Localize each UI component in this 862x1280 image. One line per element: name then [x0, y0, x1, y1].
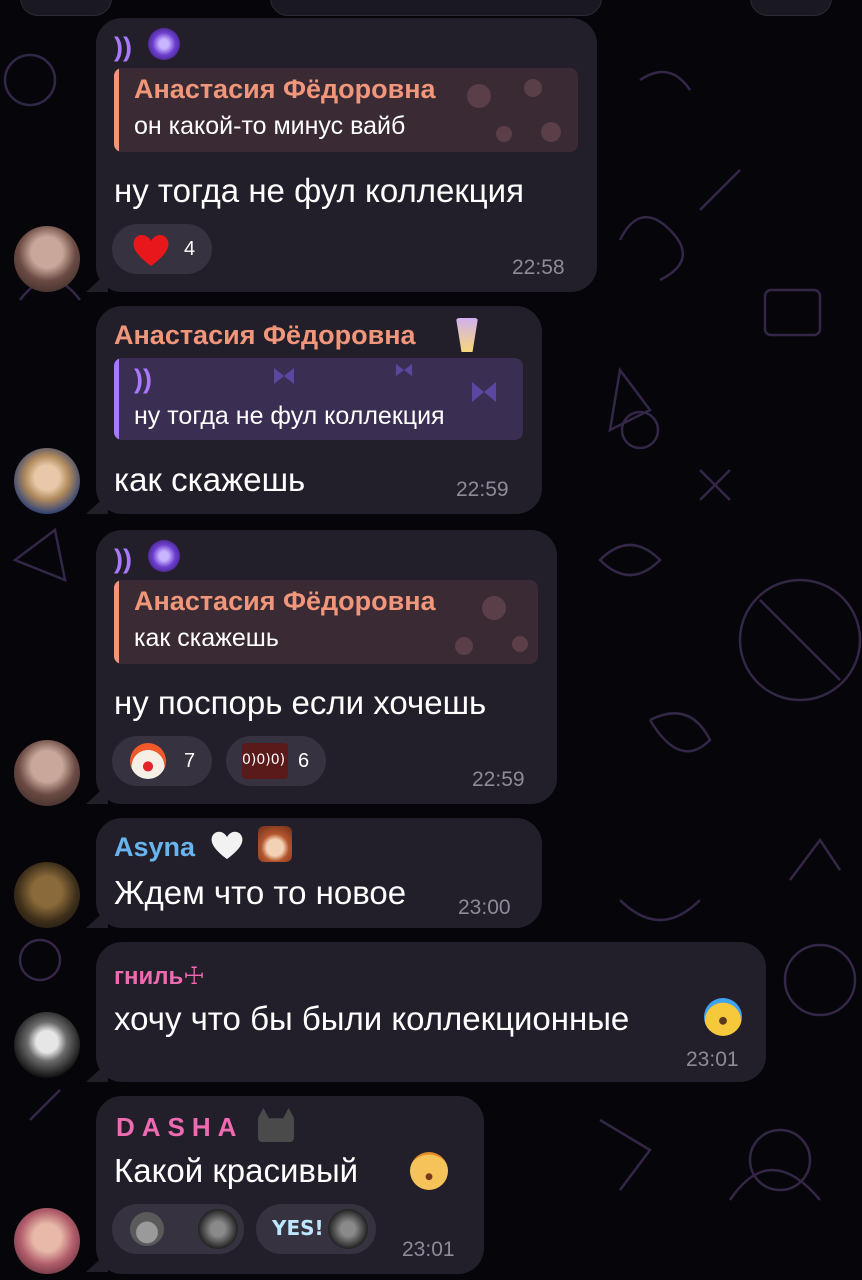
avatar[interactable] — [14, 226, 80, 292]
message-text: Ждем что то новое — [114, 874, 407, 911]
quote-author: Анастасия Фёдоровна — [134, 586, 436, 616]
message-text: Какой красивый — [114, 1152, 359, 1189]
quote-bar — [114, 580, 119, 664]
message-text: хочу что бы были коллекционные — [114, 1000, 630, 1037]
reaction-chip[interactable]: YES! — [256, 1204, 376, 1254]
message-time: 23:01 — [402, 1238, 455, 1261]
quote-author: Анастасия Фёдоровна — [134, 74, 436, 104]
quote-text: он какой-то минус вайб — [134, 112, 406, 140]
sender-name[interactable]: Анастасия Фёдоровна — [114, 320, 416, 351]
quote-bar — [114, 68, 119, 152]
quote-bar — [114, 358, 119, 440]
galaxy-emoji-icon — [148, 540, 180, 572]
top-partial-element — [270, 0, 602, 16]
sender-name[interactable]: гниль☩ — [114, 962, 205, 991]
avatar[interactable] — [14, 1208, 80, 1274]
top-partial-element — [20, 0, 112, 16]
reply-quote[interactable]: Анастасия Фёдоровна как скажешь — [114, 580, 538, 664]
avatar[interactable] — [14, 740, 80, 806]
cocktail-emoji-icon — [456, 318, 478, 352]
reactor-avatar — [328, 1209, 368, 1249]
message-time: 22:59 — [472, 768, 525, 791]
reply-header: )) — [114, 544, 132, 574]
reaction-chip[interactable]: 7 — [112, 736, 212, 786]
message-time: 22:59 — [456, 478, 509, 501]
message-bubble[interactable]: Анастасия Фёдоровна )) ну тогда не фул к… — [96, 306, 542, 514]
butterfly-pattern-icon — [274, 364, 496, 402]
galaxy-emoji-icon — [148, 28, 180, 60]
skull-pattern-icon — [467, 79, 561, 142]
bear-emoji-icon — [130, 1212, 164, 1246]
sender-name[interactable]: DASHA — [116, 1112, 243, 1143]
message-bubble[interactable]: Asyna Ждем что то новое 23:00 — [96, 818, 542, 928]
fox-girl-emoji-icon — [258, 826, 292, 862]
reply-quote[interactable]: Анастасия Фёдоровна он какой-то минус ва… — [114, 68, 578, 152]
skull-pattern-icon — [455, 596, 528, 655]
message-time: 23:00 — [458, 896, 511, 919]
avatar[interactable] — [14, 862, 80, 928]
top-partial-element — [750, 0, 832, 16]
reaction-chip[interactable] — [112, 1204, 244, 1254]
sender-name[interactable]: Asyna — [114, 832, 195, 863]
message-bubble[interactable]: DASHA Какой красивый YES! 23:01 — [96, 1096, 484, 1274]
heart-icon — [133, 234, 169, 266]
avatar[interactable] — [14, 1012, 80, 1078]
clown-emoji-icon — [130, 743, 166, 779]
message-text: ну тогда не фул коллекция — [114, 172, 524, 209]
custom-emoji-label: 0)0)0) — [242, 752, 286, 768]
yes-sticker-icon: YES! — [272, 1216, 324, 1240]
reaction-chip[interactable]: 0)0)0) 6 — [226, 736, 326, 786]
message-bubble[interactable]: гниль☩ хочу что бы были коллекционные 23… — [96, 942, 766, 1082]
message-text: как скажешь — [114, 461, 306, 498]
cat-emoji-icon — [258, 1108, 294, 1142]
reaction-count: 4 — [184, 238, 196, 260]
quote-author: )) — [134, 364, 152, 394]
white-heart-icon — [211, 831, 243, 860]
reply-quote[interactable]: )) ну тогда не фул коллекция — [114, 358, 523, 440]
message-time: 23:01 — [686, 1048, 739, 1071]
message-time: 22:58 — [512, 256, 565, 279]
reaction-count: 6 — [298, 750, 310, 772]
avatar[interactable] — [14, 448, 80, 514]
reply-header: )) — [114, 32, 132, 62]
quote-text: как скажешь — [134, 624, 279, 652]
message-bubble[interactable]: )) Анастасия Фёдоровна он какой-то минус… — [96, 18, 597, 292]
custom-emoji-icon: 0)0)0) — [242, 743, 288, 779]
reaction-count: 7 — [184, 750, 196, 772]
message-bubble[interactable]: )) Анастасия Фёдоровна как скажешь ну по… — [96, 530, 557, 804]
crying-face-emoji-icon — [704, 998, 742, 1036]
heart-eyes-cat-emoji-icon — [410, 1152, 448, 1190]
message-text: ну поспорь если хочешь — [114, 684, 487, 721]
reactor-avatar — [198, 1209, 238, 1249]
reaction-chip[interactable]: 4 — [112, 224, 212, 274]
